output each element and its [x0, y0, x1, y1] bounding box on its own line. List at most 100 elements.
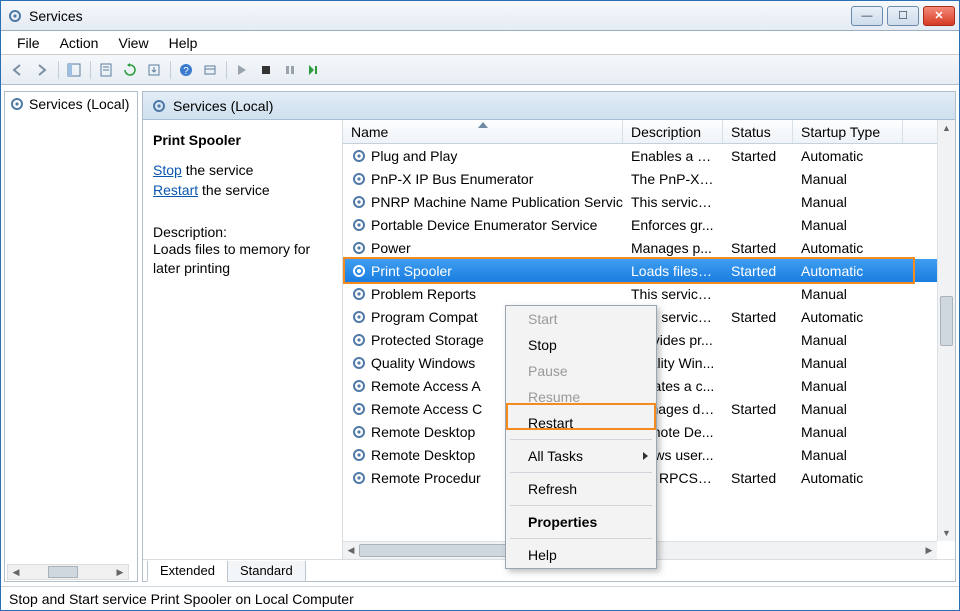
- column-status[interactable]: Status: [723, 120, 793, 143]
- service-name: Plug and Play: [371, 148, 457, 164]
- service-icon: [351, 470, 367, 486]
- start-service-button[interactable]: [231, 59, 253, 81]
- service-icon: [351, 309, 367, 325]
- service-status: Started: [723, 263, 793, 279]
- minimize-button[interactable]: —: [851, 6, 883, 26]
- service-icon: [351, 424, 367, 440]
- restart-link[interactable]: Restart: [153, 182, 198, 198]
- context-properties[interactable]: Properties: [506, 509, 656, 535]
- menu-file[interactable]: File: [9, 33, 48, 53]
- service-icon: [351, 194, 367, 210]
- refresh-button[interactable]: [119, 59, 141, 81]
- service-name: Remote Desktop: [371, 424, 475, 440]
- service-name: Portable Device Enumerator Service: [371, 217, 597, 233]
- back-button[interactable]: [7, 59, 29, 81]
- services-icon: [9, 96, 25, 112]
- toolbar: ?: [1, 55, 959, 85]
- service-description: This service ...: [623, 194, 723, 210]
- scroll-right-arrow[interactable]: ▶: [921, 545, 937, 556]
- detail-pane: Print Spooler Stop the service Restart t…: [143, 120, 343, 559]
- service-name: Remote Access A: [371, 378, 481, 394]
- menu-help[interactable]: Help: [161, 33, 206, 53]
- context-restart[interactable]: Restart: [506, 410, 656, 436]
- help-button[interactable]: ?: [175, 59, 197, 81]
- service-description: Loads files t...: [623, 263, 723, 279]
- scroll-thumb[interactable]: [48, 566, 78, 578]
- stop-service-button[interactable]: [255, 59, 277, 81]
- export-list-button[interactable]: [143, 59, 165, 81]
- menu-action[interactable]: Action: [52, 33, 107, 53]
- restart-service-line: Restart the service: [153, 182, 332, 198]
- service-name: Protected Storage: [371, 332, 484, 348]
- service-description: Manages p...: [623, 240, 723, 256]
- context-menu: Start Stop Pause Resume Restart All Task…: [505, 305, 657, 569]
- context-stop[interactable]: Stop: [506, 332, 656, 358]
- scroll-thumb[interactable]: [940, 296, 953, 346]
- close-button[interactable]: ✕: [923, 6, 955, 26]
- maximize-button[interactable]: ☐: [887, 6, 919, 26]
- scroll-track[interactable]: [938, 136, 955, 525]
- scroll-left-arrow[interactable]: ◀: [343, 545, 359, 556]
- menu-view[interactable]: View: [110, 33, 156, 53]
- context-separator: [510, 439, 652, 440]
- nav-horizontal-scrollbar[interactable]: ◀ ▶: [7, 564, 129, 580]
- service-description: Enforces gr...: [623, 217, 723, 233]
- toolbar-separator: [167, 59, 173, 81]
- service-startup-type: Automatic: [793, 263, 903, 279]
- service-name: Remote Access C: [371, 401, 482, 417]
- context-separator: [510, 505, 652, 506]
- properties-button[interactable]: [95, 59, 117, 81]
- services-icon: [151, 98, 167, 114]
- vertical-scrollbar[interactable]: ▲ ▼: [937, 120, 955, 541]
- toolbar-icon[interactable]: [199, 59, 221, 81]
- show-hide-tree-button[interactable]: [63, 59, 85, 81]
- sort-ascending-icon: [478, 122, 488, 128]
- nav-tree-root[interactable]: Services (Local): [5, 92, 137, 116]
- svg-text:?: ?: [183, 66, 189, 77]
- status-text: Stop and Start service Print Spooler on …: [9, 591, 354, 607]
- forward-button[interactable]: [31, 59, 53, 81]
- service-startup-type: Manual: [793, 447, 903, 463]
- window-title: Services: [29, 8, 83, 24]
- service-row[interactable]: Problem ReportsThis service ...Manual: [343, 282, 955, 305]
- column-description[interactable]: Description: [623, 120, 723, 143]
- service-name: Problem Reports: [371, 286, 476, 302]
- scroll-down-arrow[interactable]: ▼: [942, 525, 951, 541]
- service-name: PnP-X IP Bus Enumerator: [371, 171, 533, 187]
- context-all-tasks[interactable]: All Tasks: [506, 443, 656, 469]
- service-icon: [351, 171, 367, 187]
- menu-bar: File Action View Help: [1, 31, 959, 55]
- context-separator: [510, 472, 652, 473]
- service-icon: [351, 401, 367, 417]
- pause-service-button[interactable]: [279, 59, 301, 81]
- service-icon: [351, 378, 367, 394]
- context-start: Start: [506, 306, 656, 332]
- service-row[interactable]: PnP-X IP Bus EnumeratorThe PnP-X b...Man…: [343, 167, 955, 190]
- scroll-up-arrow[interactable]: ▲: [942, 120, 951, 136]
- service-name: Remote Procedur: [371, 470, 481, 486]
- service-name: Program Compat: [371, 309, 478, 325]
- service-description: This service ...: [623, 286, 723, 302]
- service-startup-type: Automatic: [793, 240, 903, 256]
- service-row[interactable]: Plug and PlayEnables a c...StartedAutoma…: [343, 144, 955, 167]
- stop-link[interactable]: Stop: [153, 162, 182, 178]
- context-separator: [510, 538, 652, 539]
- status-bar: Stop and Start service Print Spooler on …: [1, 586, 959, 610]
- restart-service-button[interactable]: [303, 59, 325, 81]
- column-startup-type[interactable]: Startup Type: [793, 120, 903, 143]
- service-row[interactable]: Print SpoolerLoads files t...StartedAuto…: [343, 259, 955, 282]
- service-row[interactable]: PNRP Machine Name Publication ServiceThi…: [343, 190, 955, 213]
- scroll-left-arrow[interactable]: ◀: [8, 567, 24, 578]
- context-help[interactable]: Help: [506, 542, 656, 568]
- context-refresh[interactable]: Refresh: [506, 476, 656, 502]
- submenu-arrow-icon: [643, 452, 648, 460]
- column-name[interactable]: Name: [343, 120, 623, 143]
- service-row[interactable]: Portable Device Enumerator Service Enforc…: [343, 213, 955, 236]
- tab-standard[interactable]: Standard: [227, 561, 306, 582]
- service-startup-type: Manual: [793, 401, 903, 417]
- service-icon: [351, 240, 367, 256]
- scroll-right-arrow[interactable]: ▶: [112, 567, 128, 578]
- tab-extended[interactable]: Extended: [147, 561, 228, 582]
- service-row[interactable]: PowerManages p...StartedAutomatic: [343, 236, 955, 259]
- service-startup-type: Manual: [793, 332, 903, 348]
